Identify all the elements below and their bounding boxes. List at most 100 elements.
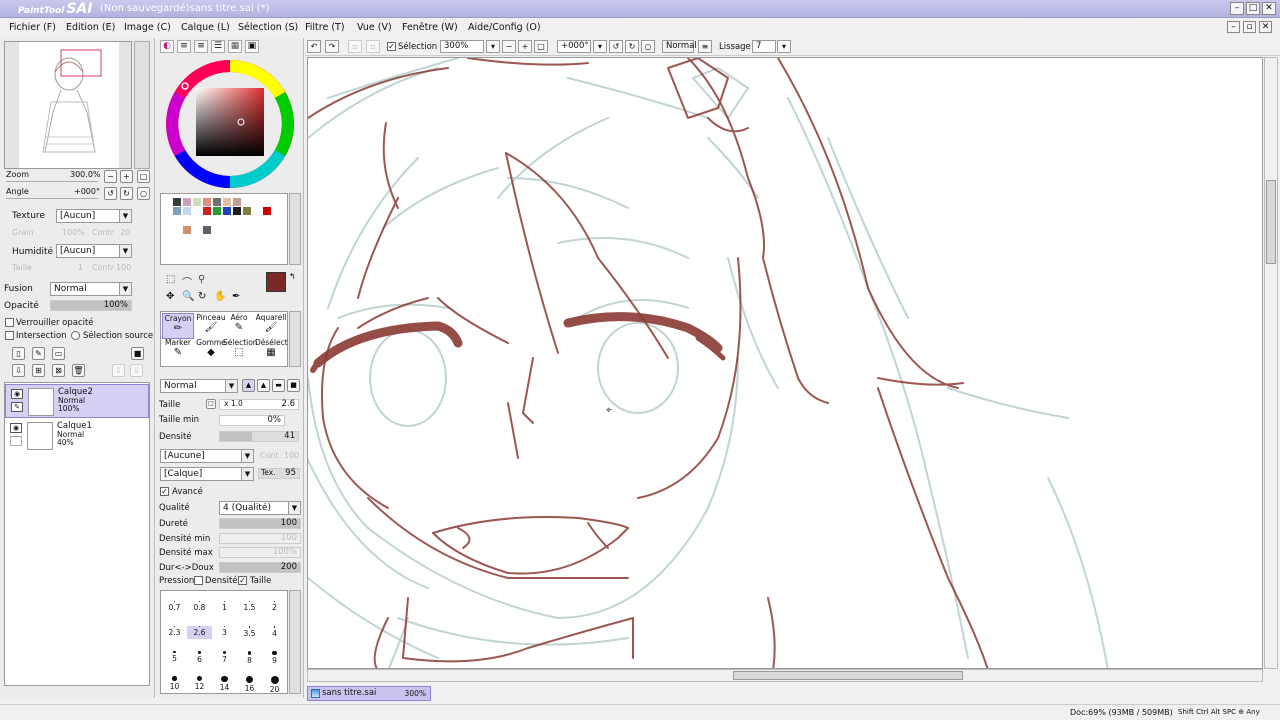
texture-brush-select[interactable]: [Aucune] ▼ [160, 449, 254, 463]
rotate-left-button[interactable]: ↺ [104, 187, 117, 200]
visibility-eye-icon[interactable]: ◉ [10, 423, 22, 433]
foreground-color-swatch[interactable] [266, 272, 286, 292]
brush-size-cell[interactable]: 1 [212, 601, 237, 614]
menu-edition[interactable]: Edition (E) [66, 22, 115, 33]
zoom-reset-toolbar-icon[interactable]: □ [534, 40, 548, 53]
color-wheel-tab-icon[interactable]: ◐ [160, 40, 174, 53]
palette-swatch[interactable] [243, 198, 251, 206]
new-folder-icon[interactable]: ▭ [52, 347, 65, 360]
mixer-tab-icon[interactable]: ☰ [211, 40, 225, 53]
palette-swatch[interactable] [183, 198, 191, 206]
taille-slider[interactable]: x 1.0 2.6 [219, 399, 299, 410]
taille-min-slider[interactable]: 0% [219, 415, 285, 426]
edit-pen-icon[interactable]: ✎ [11, 402, 23, 412]
brush-shape-4-icon[interactable]: ■ [287, 379, 300, 392]
select-rect-tool-icon[interactable]: ⬚ [166, 274, 175, 285]
layer-row-calque1[interactable]: ◉ Calque1 Normal 40% [5, 419, 149, 453]
brush-shape-1-icon[interactable]: ▲ [242, 379, 255, 392]
stabilizer-icon[interactable]: ≡ [698, 40, 712, 53]
rotate-right-button[interactable]: ↻ [120, 187, 133, 200]
maximize-button[interactable]: □ [1246, 2, 1260, 15]
palette-swatch[interactable] [213, 198, 221, 206]
brush-size-cell[interactable]: 3.5 [237, 626, 262, 639]
palette-swatch[interactable] [223, 198, 231, 206]
brush-size-cell[interactable]: 0.7 [162, 601, 187, 614]
palette-swatch[interactable] [203, 198, 211, 206]
document-tab[interactable]: sans titre.sai 300% [307, 686, 431, 701]
menu-filtre[interactable]: Filtre (T) [305, 22, 345, 33]
rotate-right-toolbar-icon[interactable]: ↻ [625, 40, 639, 53]
zoom-out-toolbar-icon[interactable]: − [502, 40, 516, 53]
avance-checkbox[interactable]: ✓ [160, 487, 169, 496]
zoom-field[interactable]: 300% [440, 40, 484, 53]
tool-selection[interactable]: Sélection ⬚ [223, 338, 258, 364]
brush-size-cell[interactable]: 4 [262, 626, 287, 639]
tool-marker[interactable]: Marker ✎ [162, 338, 194, 364]
brush-size-cell[interactable]: 14 [212, 676, 237, 692]
brush-size-cell[interactable]: 0.8 [187, 601, 212, 614]
delete-layer-icon[interactable]: 🗑 [72, 364, 85, 377]
merge-down-icon[interactable]: ⊞ [32, 364, 45, 377]
brush-size-cell[interactable]: 1.5 [237, 601, 262, 614]
swap-colors-icon[interactable]: ↰ [289, 272, 296, 281]
brush-size-cell[interactable]: 10 [162, 676, 187, 691]
zoom-in-button[interactable]: + [120, 170, 133, 183]
visibility-eye-icon[interactable]: ◉ [11, 389, 23, 399]
angle-field[interactable]: +000° [557, 40, 591, 53]
palette-swatch[interactable] [173, 207, 181, 215]
opacite-slider[interactable]: 100% [50, 300, 132, 311]
transfer-down-icon[interactable]: ⇩ [12, 364, 25, 377]
menu-fichier[interactable]: Fichier (F) [9, 22, 56, 33]
color-wheel[interactable] [164, 58, 296, 190]
lissage-field[interactable]: 7 [752, 40, 776, 53]
palette-swatch[interactable] [263, 207, 271, 215]
lissage-dropdown-icon[interactable]: ▾ [777, 40, 791, 53]
navigator-thumbnail[interactable] [4, 41, 132, 169]
new-linework-layer-icon[interactable]: ✎ [32, 347, 45, 360]
swatch-scrollbar[interactable] [289, 193, 301, 265]
blend-mode-select[interactable]: Normal ▼ [160, 379, 238, 393]
pression-densite-checkbox[interactable] [194, 576, 203, 585]
scratchpad-tab-icon[interactable]: ▣ [245, 40, 259, 53]
intersection-checkbox[interactable] [5, 331, 14, 340]
selection-source-radio[interactable] [71, 331, 80, 340]
palette-swatch[interactable] [223, 207, 231, 215]
angle-slider[interactable] [6, 198, 98, 199]
texture-source-select[interactable]: [Calque] ▼ [160, 467, 254, 481]
brush-size-cell[interactable]: 9 [262, 651, 287, 665]
rotate-tool-icon[interactable]: ↻ [198, 291, 206, 302]
palette-swatch[interactable] [183, 226, 191, 234]
palette-swatch[interactable] [233, 207, 241, 215]
menu-aide[interactable]: Aide/Config (O) [468, 22, 541, 33]
menu-selection[interactable]: Sélection (S) [238, 22, 298, 33]
palette-swatch[interactable] [203, 226, 211, 234]
hsv-slider-tab-icon[interactable]: ≡ [194, 40, 208, 53]
vertical-scroll-thumb[interactable] [1266, 180, 1276, 264]
densite-max-slider[interactable]: 100% [219, 547, 301, 558]
tool-aquarell[interactable]: Aquarell 🖌 [255, 313, 287, 339]
rotate-reset-button[interactable]: ○ [137, 187, 150, 200]
pression-taille-checkbox[interactable]: ✓ [238, 576, 247, 585]
menu-calque[interactable]: Calque (L) [181, 22, 230, 33]
brush-shape-2-icon[interactable]: ▲ [257, 379, 270, 392]
rotate-reset-toolbar-icon[interactable]: ○ [641, 40, 655, 53]
rgb-slider-tab-icon[interactable]: ≡ [177, 40, 191, 53]
brush-size-cell[interactable]: 7 [212, 651, 237, 664]
brush-size-cell[interactable]: 5 [162, 651, 187, 664]
menu-fenetre[interactable]: Fenêtre (W) [402, 22, 458, 33]
layer-row-calque2[interactable]: ◉ ✎ Calque2 Normal 100% [5, 384, 149, 418]
magic-wand-tool-icon[interactable]: ⚲ [198, 274, 205, 285]
brush-size-cell[interactable]: 6 [187, 651, 212, 664]
navigator-scrollbar[interactable] [134, 41, 150, 169]
undo-icon[interactable]: ↶ [307, 40, 321, 53]
move-tool-icon[interactable]: ✥ [166, 291, 174, 302]
canvas-horizontal-scrollbar[interactable] [307, 669, 1263, 682]
zoom-slider[interactable] [6, 181, 98, 182]
palette-swatch[interactable] [213, 207, 221, 215]
menu-image[interactable]: Image (C) [124, 22, 171, 33]
tex-slider[interactable]: Tex. 95 [258, 468, 300, 479]
drawing-canvas[interactable] [307, 57, 1263, 669]
palette-swatch[interactable] [203, 207, 211, 215]
tool-list-scrollbar[interactable] [289, 311, 301, 367]
edit-pen-icon[interactable] [10, 436, 22, 446]
